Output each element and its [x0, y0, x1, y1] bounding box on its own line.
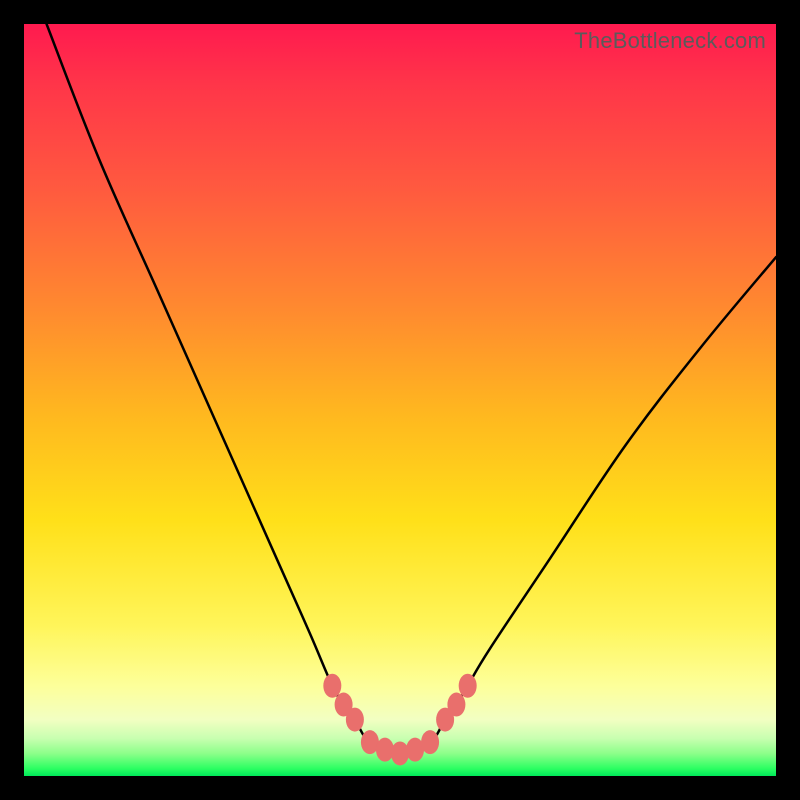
flat-bead-5 — [421, 730, 439, 754]
bead-markers-group — [323, 674, 476, 766]
flat-bead-2 — [376, 738, 394, 762]
bottleneck-curve-path — [47, 24, 776, 753]
left-upper-bead — [323, 674, 341, 698]
watermark-text: TheBottleneck.com — [574, 28, 766, 54]
right-upper-bead — [459, 674, 477, 698]
bottleneck-curve-svg — [24, 24, 776, 776]
right-lower-bead — [436, 708, 454, 732]
right-mid-bead — [447, 693, 465, 717]
flat-bead-4 — [406, 738, 424, 762]
flat-bead-3 — [391, 741, 409, 765]
chart-plot-area: TheBottleneck.com — [24, 24, 776, 776]
left-lower-bead — [346, 708, 364, 732]
left-mid-bead — [335, 693, 353, 717]
chart-frame: TheBottleneck.com — [0, 0, 800, 800]
flat-bead-1 — [361, 730, 379, 754]
